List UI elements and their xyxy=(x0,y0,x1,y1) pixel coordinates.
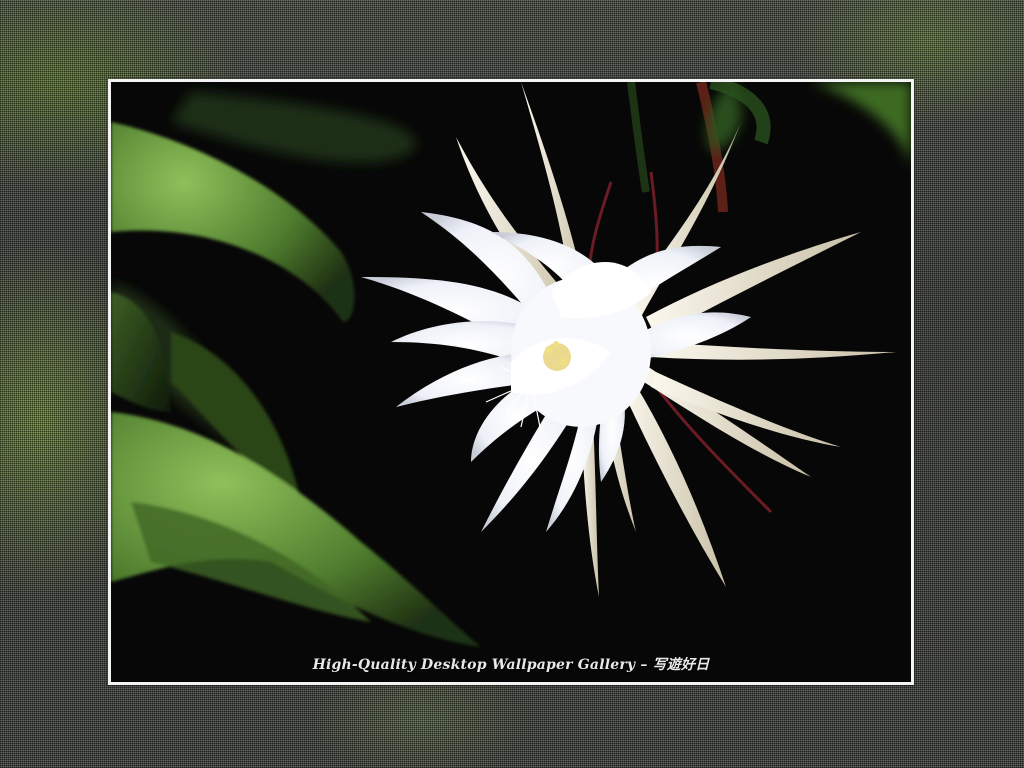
gallery-caption: High-Quality Desktop Wallpaper Gallery –… xyxy=(312,657,710,673)
flower-stem xyxy=(627,82,771,213)
flower-photo xyxy=(111,82,911,647)
photo-frame: High-Quality Desktop Wallpaper Gallery –… xyxy=(108,79,914,685)
white-petals xyxy=(361,212,751,532)
right-leaves xyxy=(707,82,911,172)
green-leaves xyxy=(111,122,481,647)
